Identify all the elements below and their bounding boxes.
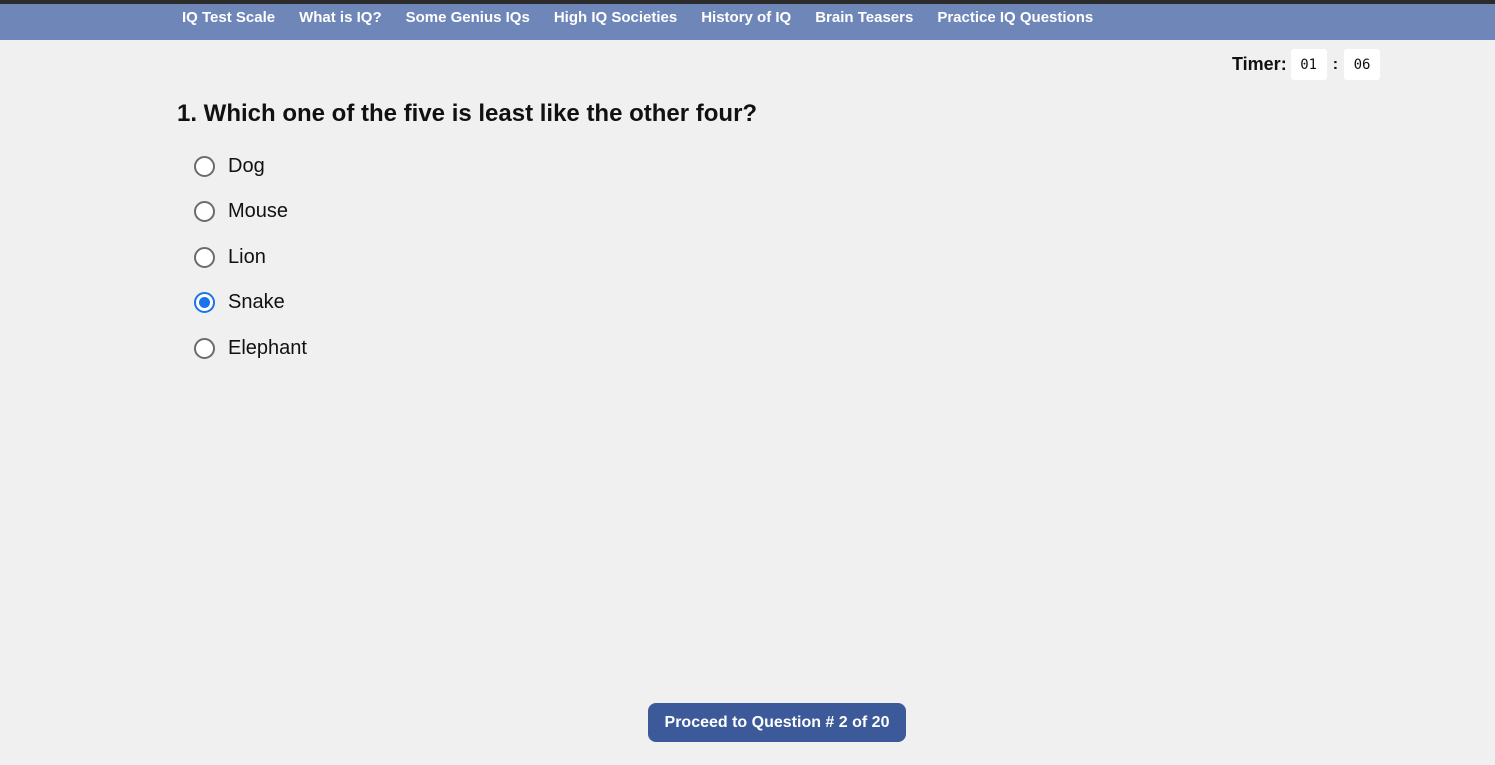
radio-button[interactable]: [194, 337, 215, 359]
nav-link-high-iq-societies[interactable]: High IQ Societies: [554, 9, 677, 26]
answer-options: Dog Mouse Lion Snake Elephant: [194, 151, 307, 379]
nav-links: IQ Test Scale What is IQ? Some Genius IQ…: [182, 4, 1117, 30]
question-text: 1. Which one of the five is least like t…: [177, 100, 758, 127]
option-mouse[interactable]: Mouse: [194, 197, 307, 227]
nav-link-what-is-iq[interactable]: What is IQ?: [299, 9, 382, 26]
nav-link-history-of-iq[interactable]: History of IQ: [701, 9, 791, 26]
top-navbar: IQ Test Scale What is IQ? Some Genius IQ…: [0, 4, 1495, 40]
nav-link-some-genius-iqs[interactable]: Some Genius IQs: [406, 9, 530, 26]
option-elephant[interactable]: Elephant: [194, 333, 307, 363]
nav-link-brain-teasers[interactable]: Brain Teasers: [815, 9, 913, 26]
option-lion[interactable]: Lion: [194, 242, 307, 272]
radio-button[interactable]: [194, 246, 215, 268]
option-label: Elephant: [228, 336, 307, 359]
timer: Timer: 01 : 06: [1232, 49, 1381, 80]
option-label: Snake: [228, 291, 285, 314]
timer-separator: :: [1332, 55, 1339, 73]
option-dog[interactable]: Dog: [194, 151, 307, 181]
timer-seconds: 06: [1344, 49, 1381, 80]
radio-button-selected[interactable]: [194, 292, 215, 314]
option-label: Dog: [228, 154, 265, 177]
nav-link-practice-iq-questions[interactable]: Practice IQ Questions: [937, 9, 1093, 26]
radio-button[interactable]: [194, 201, 215, 223]
timer-label: Timer:: [1232, 54, 1287, 74]
nav-link-iq-test-scale[interactable]: IQ Test Scale: [182, 9, 275, 26]
proceed-button[interactable]: Proceed to Question # 2 of 20: [648, 703, 906, 742]
option-snake[interactable]: Snake: [194, 288, 307, 318]
option-label: Lion: [228, 245, 266, 268]
radio-button[interactable]: [194, 155, 215, 177]
timer-minutes: 01: [1290, 49, 1327, 80]
option-label: Mouse: [228, 200, 289, 223]
